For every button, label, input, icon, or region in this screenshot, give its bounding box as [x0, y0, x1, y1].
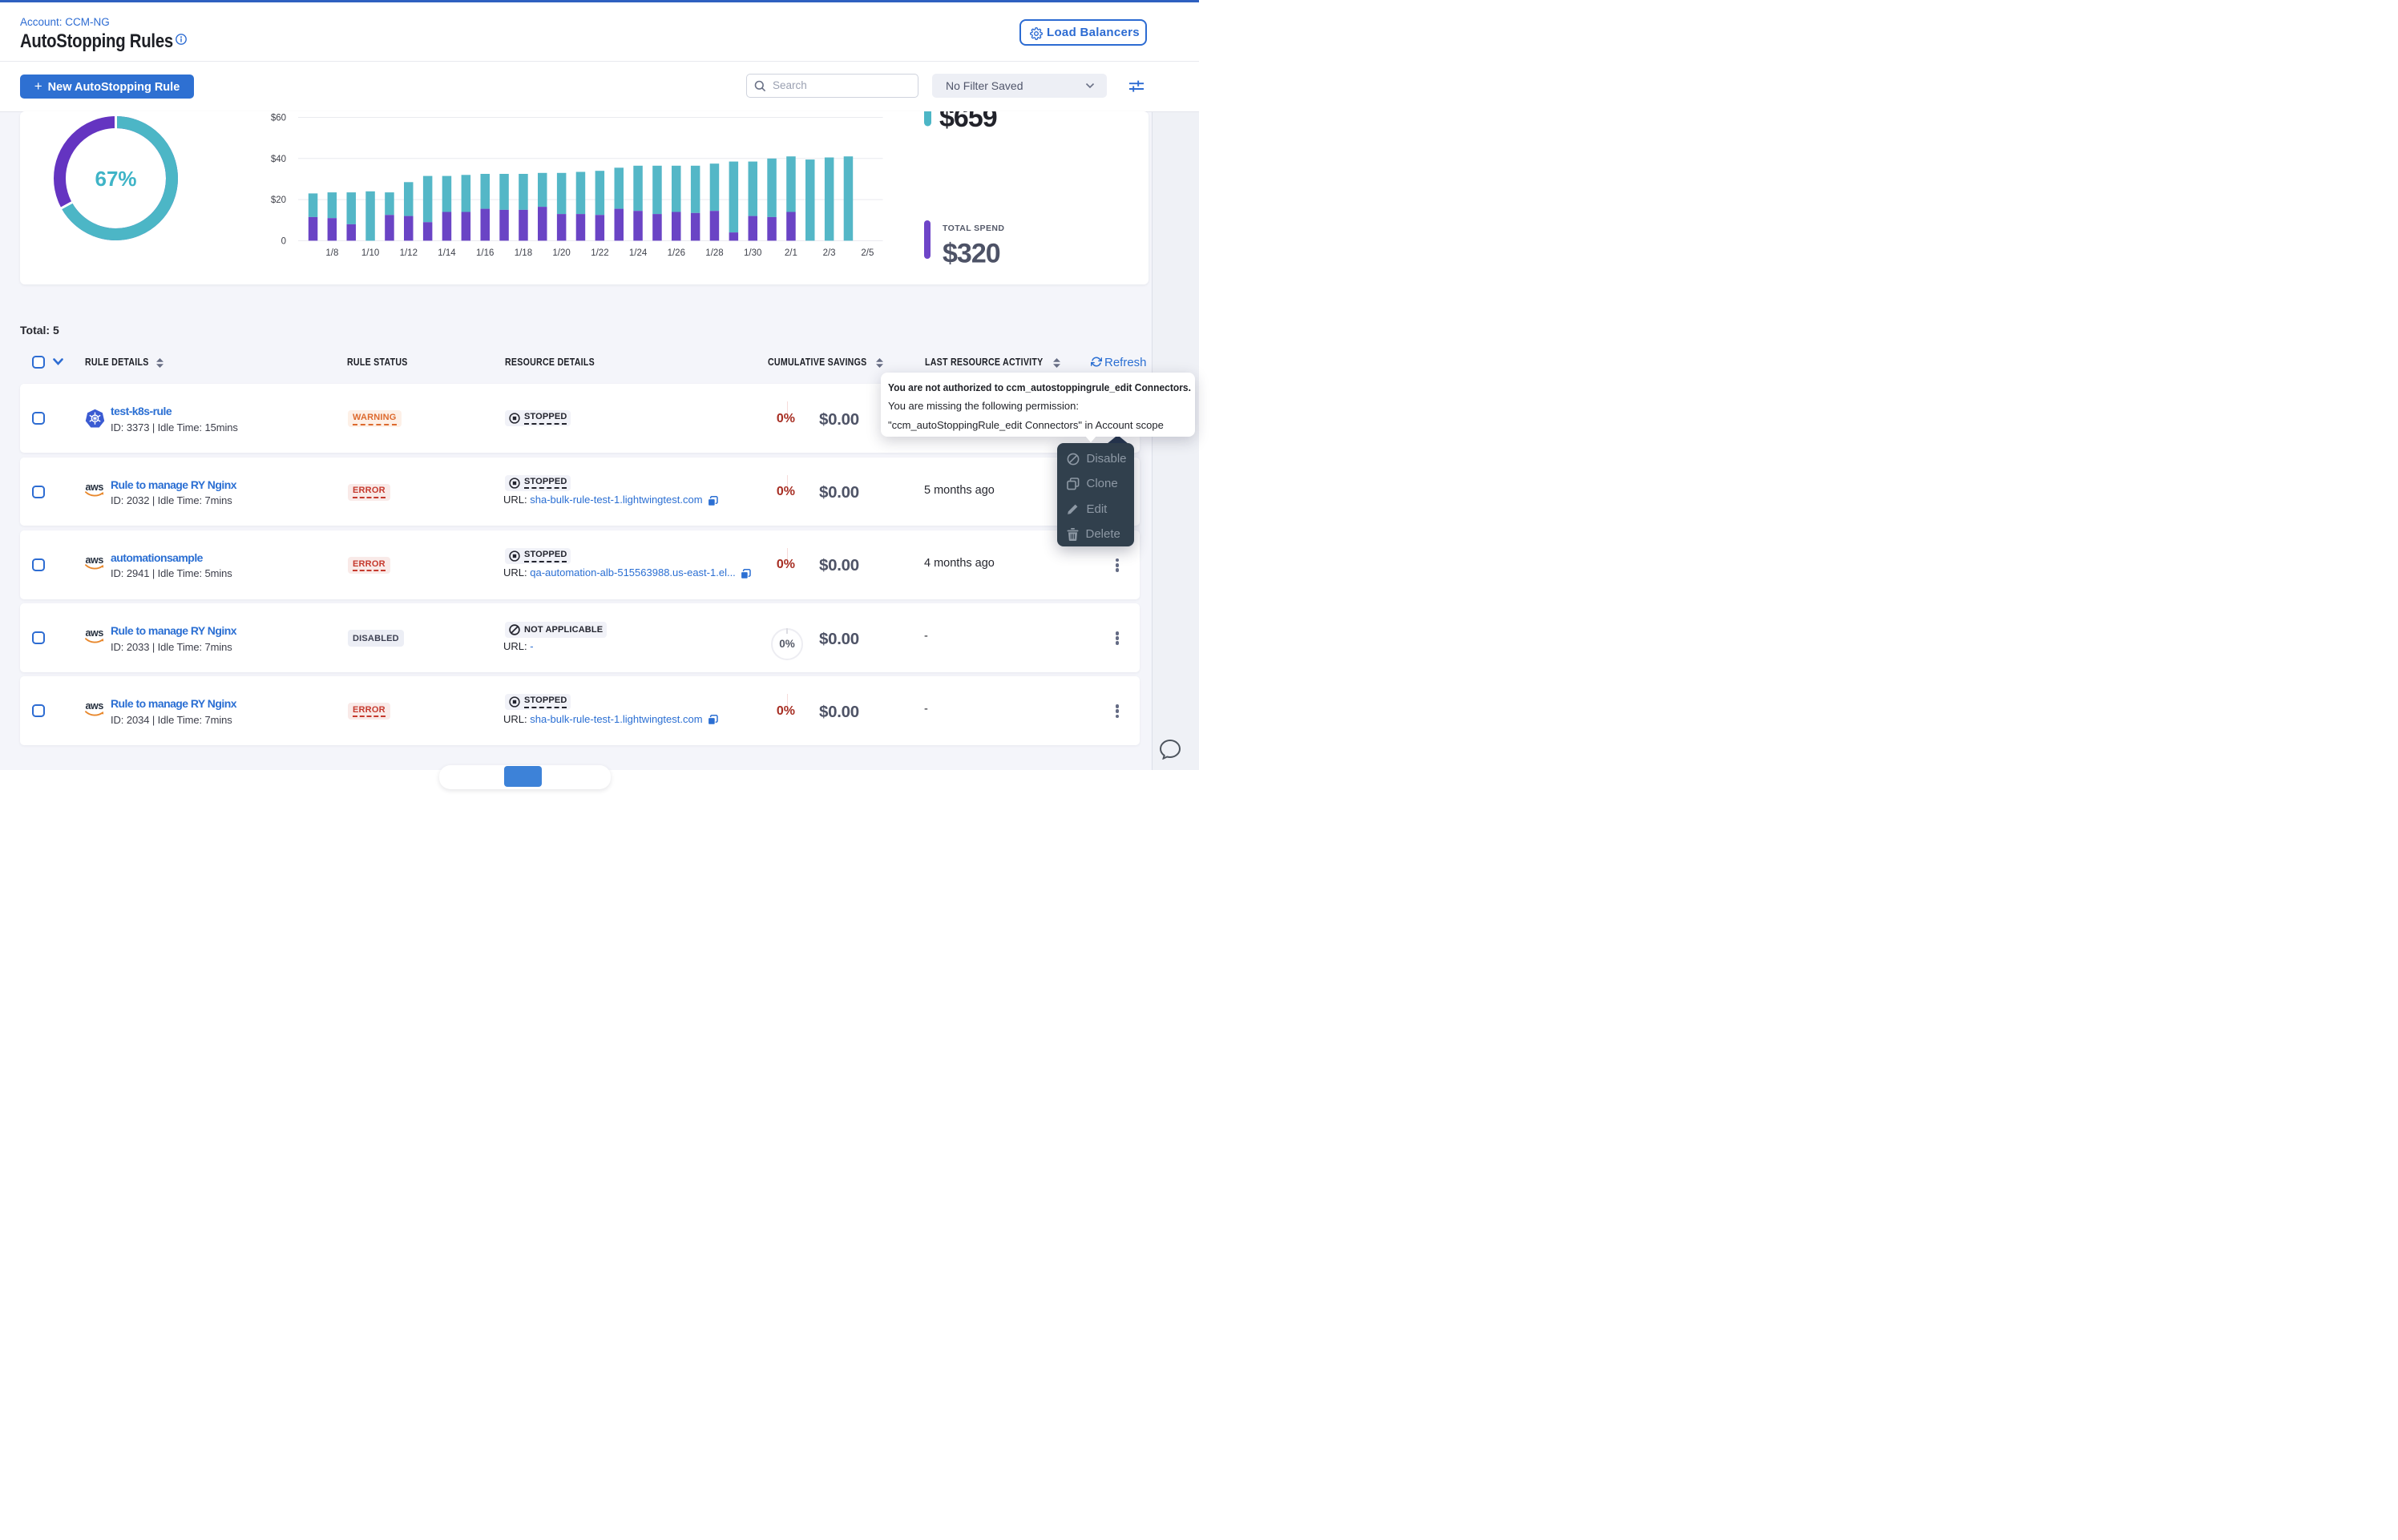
svg-text:$60: $60	[271, 114, 286, 123]
svg-text:0: 0	[281, 236, 286, 246]
svg-text:TOTAL SPEND: TOTAL SPEND	[943, 224, 1004, 233]
svg-text:1/20: 1/20	[552, 248, 570, 258]
svg-text:1/28: 1/28	[705, 248, 723, 258]
svg-text:1/12: 1/12	[400, 248, 418, 258]
svg-text:$20: $20	[271, 196, 286, 205]
svg-text:1/10: 1/10	[361, 248, 379, 258]
svg-text:1/22: 1/22	[591, 248, 608, 258]
svg-text:$659: $659	[939, 111, 997, 133]
svg-text:2/3: 2/3	[823, 248, 836, 258]
svg-text:2/5: 2/5	[861, 248, 874, 258]
svg-text:1/24: 1/24	[629, 248, 648, 258]
svg-text:1/26: 1/26	[668, 248, 685, 258]
svg-text:$40: $40	[271, 155, 286, 164]
svg-text:1/18: 1/18	[515, 248, 532, 258]
svg-text:2/1: 2/1	[785, 248, 797, 258]
svg-text:1/14: 1/14	[438, 248, 456, 258]
svg-text:$320: $320	[943, 239, 1000, 269]
svg-text:67%: 67%	[95, 167, 136, 191]
svg-text:1/16: 1/16	[476, 248, 494, 258]
svg-text:1/30: 1/30	[744, 248, 761, 258]
svg-text:1/8: 1/8	[325, 248, 338, 258]
